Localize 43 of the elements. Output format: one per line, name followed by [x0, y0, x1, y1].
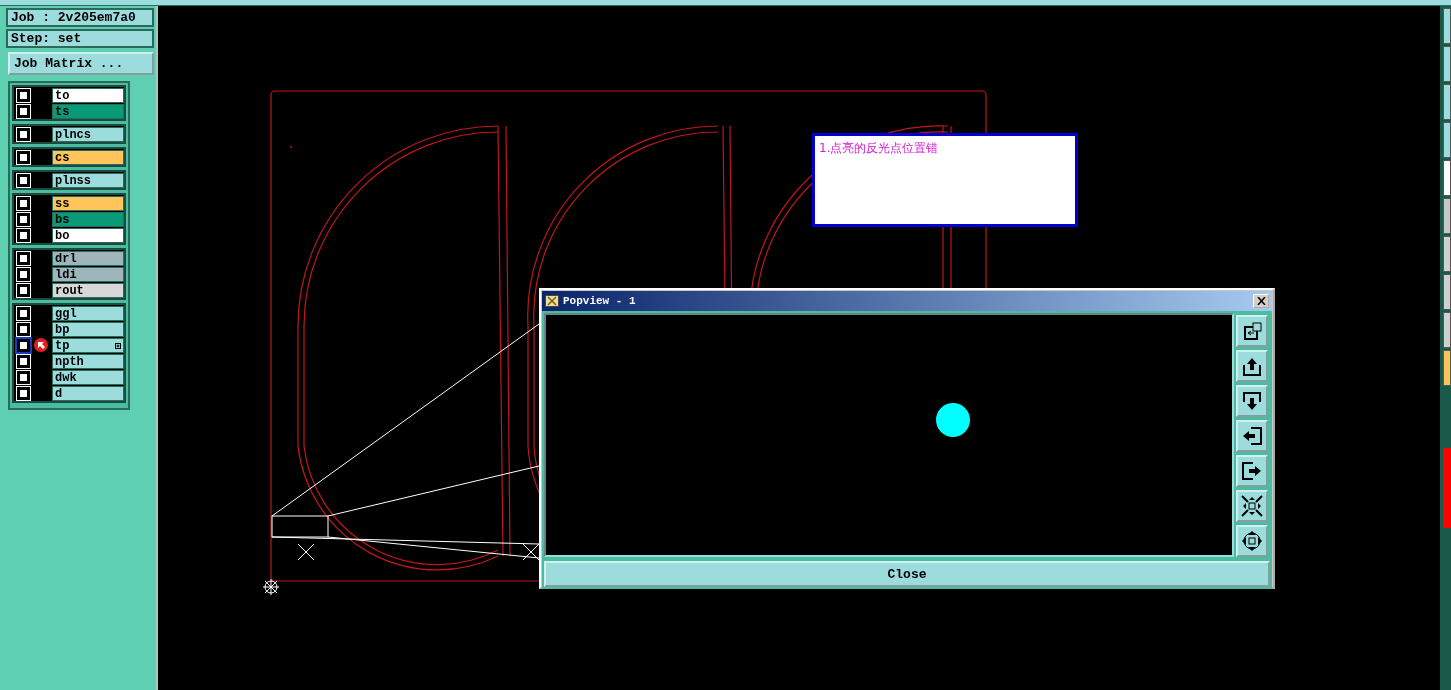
layer-name[interactable]: plnss	[52, 172, 124, 188]
step-label: Step: set	[6, 29, 154, 48]
pad-dot	[936, 403, 970, 437]
dot-mark	[290, 146, 292, 148]
layer-name[interactable]: d	[52, 385, 124, 401]
expand-icon	[115, 342, 121, 349]
close-icon	[1256, 297, 1266, 305]
window-title: Popview - 1	[563, 293, 636, 309]
job-label: Job : 2v205em7a0	[6, 8, 154, 27]
tool-button[interactable]	[1236, 315, 1268, 347]
arrow-left-icon	[1241, 425, 1263, 447]
close-button[interactable]: Close	[544, 561, 1270, 587]
app-icon	[545, 295, 559, 307]
layer-name[interactable]: npth	[52, 353, 124, 369]
arrow-right-icon	[1241, 460, 1263, 482]
layer-name[interactable]: bs	[52, 211, 124, 227]
layer-name[interactable]: dwk	[52, 369, 124, 385]
zoom-in-icon	[1241, 495, 1263, 517]
layer-name[interactable]: drl	[52, 250, 124, 266]
arrow-down-icon	[1241, 390, 1263, 412]
layer-name[interactable]: ts	[52, 103, 124, 119]
tool-button[interactable]	[1236, 455, 1268, 487]
layer-name[interactable]: bo	[52, 227, 124, 243]
layer-name[interactable]: cs	[52, 149, 124, 165]
job-matrix-button[interactable]: Job Matrix ...	[8, 52, 154, 75]
tool-button[interactable]	[1236, 350, 1268, 382]
layer-name[interactable]: tp	[52, 337, 124, 353]
layer-name[interactable]: to	[52, 87, 124, 103]
layer-name[interactable]: bp	[52, 321, 124, 337]
layer-name[interactable]: ldi	[52, 266, 124, 282]
restore-icon	[1241, 320, 1263, 342]
close-button[interactable]	[1253, 294, 1269, 308]
tool-button[interactable]	[1236, 490, 1268, 522]
origin-icon	[262, 578, 280, 596]
layer-name[interactable]: ggl	[52, 305, 124, 321]
tool-button[interactable]	[1236, 420, 1268, 452]
tool-button[interactable]	[1236, 385, 1268, 417]
zoom-out-icon	[1241, 530, 1263, 552]
layer-name[interactable]: plncs	[52, 126, 124, 142]
tool-button[interactable]	[1236, 525, 1268, 557]
layer-name[interactable]: ss	[52, 195, 124, 211]
note-text: 1.点亮的反光点位置错	[812, 133, 1078, 227]
layer-name[interactable]: rout	[52, 282, 124, 298]
